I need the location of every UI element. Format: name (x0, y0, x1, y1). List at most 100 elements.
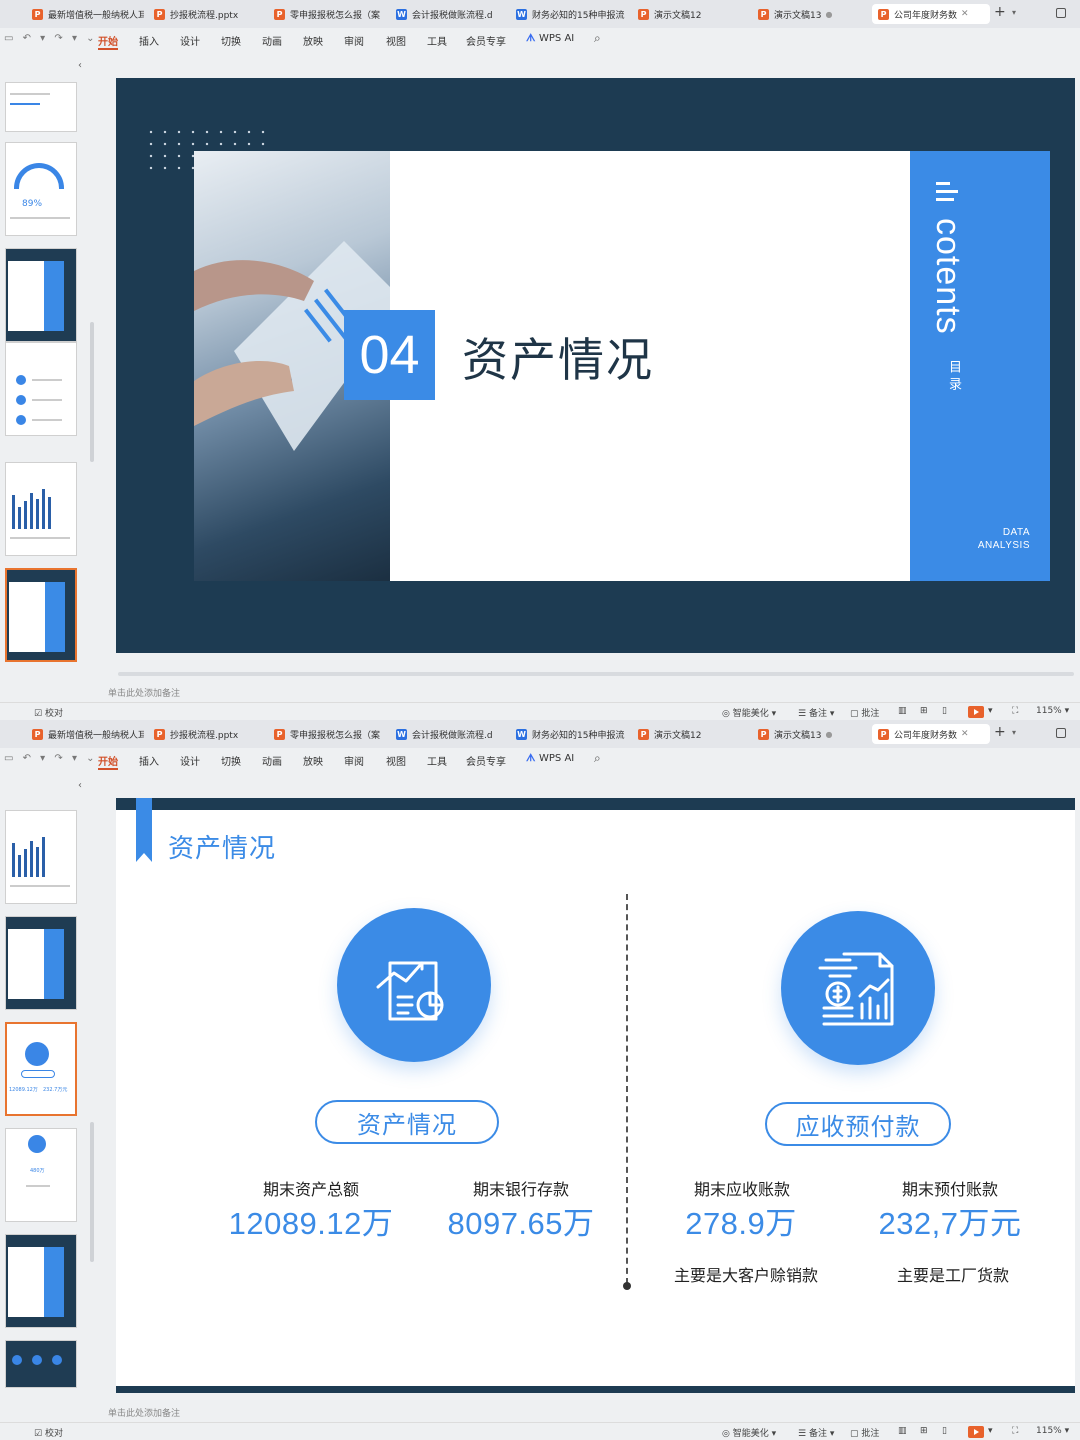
menu-home[interactable]: 开始 (98, 33, 118, 48)
menu-tools[interactable]: 工具 (427, 753, 447, 768)
notes-button[interactable]: ☰ 备注 ▾ (798, 706, 834, 719)
smart-beautify-button[interactable]: ◎ 智能美化 ▾ (722, 1426, 776, 1439)
zoom-level[interactable]: 115% ▾ (1036, 1426, 1069, 1436)
menu-slideshow[interactable]: 放映 (303, 753, 323, 768)
menu-design[interactable]: 设计 (180, 33, 200, 48)
normal-view-icon[interactable]: ▥ (898, 1426, 907, 1436)
tab-2[interactable]: P 抄报税流程.pptx (148, 724, 266, 744)
horizontal-scrollbar[interactable] (118, 1404, 1074, 1408)
new-tab-icon[interactable]: + (994, 724, 1006, 740)
close-icon[interactable]: ✕ (961, 729, 969, 739)
tab-5[interactable]: W 财务必知的15种申报流 (510, 4, 628, 24)
slide-thumbnail[interactable] (5, 82, 77, 132)
section-title[interactable]: 资产情况 (462, 324, 654, 390)
note-prepayments: 主要是工厂货款 (896, 1266, 1009, 1285)
menu-transition[interactable]: 切换 (221, 33, 241, 48)
chevron-down-icon[interactable]: ▾ (988, 1426, 993, 1436)
slide-thumbnail[interactable]: 480万 (5, 1128, 77, 1222)
menu-insert[interactable]: 插入 (139, 33, 159, 48)
fit-window-icon[interactable]: ⛶ (1012, 1426, 1018, 1436)
slide-title[interactable]: 资产情况 (168, 828, 276, 865)
quick-access-icons[interactable]: ▭ ↶ ▾ ↷ ▾ ⌄ (4, 33, 98, 44)
tab-5[interactable]: W 财务必知的15种申报流 (510, 724, 628, 744)
horizontal-scrollbar[interactable] (118, 672, 1074, 676)
tab-7[interactable]: P 演示文稿13 ● (752, 4, 870, 24)
menu-wps-ai[interactable]: WPS AI (539, 33, 574, 44)
notes-button[interactable]: ☰ 备注 ▾ (798, 1426, 834, 1439)
menu-tools[interactable]: 工具 (427, 33, 447, 48)
asset-status-pill[interactable]: 资产情况 (315, 1100, 499, 1144)
proofread-button[interactable]: ☑ 校对 (34, 1426, 63, 1439)
menu-home[interactable]: 开始 (98, 753, 118, 768)
grid-view-icon[interactable]: ⊞ (920, 1426, 928, 1436)
grid-view-icon[interactable]: ⊞ (920, 706, 928, 716)
receivable-prepaid-pill[interactable]: 应收预付款 (765, 1102, 951, 1146)
slide-thumbnail[interactable] (5, 810, 77, 904)
tab-8-active[interactable]: P 公司年度财务数 ✕ (872, 724, 990, 744)
slide-thumbnail[interactable] (5, 916, 77, 1010)
tab-8-active[interactable]: P 公司年度财务数 ✕ (872, 4, 990, 24)
menu-design[interactable]: 设计 (180, 753, 200, 768)
tab-3[interactable]: P 零申报报税怎么报（案 (268, 724, 386, 744)
slide-thumbnail[interactable] (5, 248, 77, 342)
search-icon[interactable]: ⌕ (594, 751, 601, 766)
reading-view-icon[interactable]: ▯ (942, 1426, 947, 1436)
slide-thumbnail-selected[interactable] (5, 568, 77, 662)
proofread-button[interactable]: ☑ 校对 (34, 706, 63, 719)
close-icon[interactable]: ✕ (961, 9, 969, 19)
slide-thumbnail-selected[interactable]: 12089.12万 232.7万元 (5, 1022, 77, 1116)
menu-insert[interactable]: 插入 (139, 753, 159, 768)
reading-view-icon[interactable]: ▯ (942, 706, 947, 716)
menu-animation[interactable]: 动画 (262, 33, 282, 48)
menu-animation[interactable]: 动画 (262, 753, 282, 768)
notes-placeholder[interactable]: 单击此处添加备注 (108, 686, 180, 699)
menu-wps-ai[interactable]: WPS AI (539, 753, 574, 764)
search-icon[interactable]: ⌕ (594, 31, 601, 46)
window-restore-icon[interactable] (1056, 8, 1066, 18)
tab-7[interactable]: P 演示文稿13 ● (752, 724, 870, 744)
slide-asset-status[interactable]: 资产情况 资产情况 期末资产总额 12089.12万 期末银行存款 8097.6… (116, 798, 1075, 1393)
play-slideshow-icon[interactable] (968, 1426, 984, 1438)
smart-beautify-button[interactable]: ◎ 智能美化 ▾ (722, 706, 776, 719)
quick-access-icons[interactable]: ▭ ↶ ▾ ↷ ▾ ⌄ (4, 753, 98, 764)
chevron-left-icon[interactable]: ‹ (78, 780, 82, 791)
comment-button[interactable]: ▢ 批注 (850, 1426, 879, 1439)
tab-4[interactable]: W 会计报税做账流程.d (390, 724, 508, 744)
thumbnail-scrollbar[interactable] (90, 322, 94, 462)
tab-1[interactable]: P 最新增值税一般纳税人耳 (26, 4, 144, 24)
slide-thumbnail[interactable] (5, 462, 77, 556)
slide-thumbnail[interactable] (5, 1234, 77, 1328)
tab-2[interactable]: P 抄报税流程.pptx (148, 4, 266, 24)
tab-6[interactable]: P 演示文稿12 (632, 724, 750, 744)
menu-member[interactable]: 会员专享 (466, 33, 506, 48)
slide-thumbnail[interactable]: 89% (5, 142, 77, 236)
menu-review[interactable]: 审阅 (344, 33, 364, 48)
menu-view[interactable]: 视图 (386, 753, 406, 768)
chevron-left-icon[interactable]: ‹ (78, 60, 82, 71)
slide-thumbnail[interactable] (5, 1340, 77, 1388)
chevron-down-icon[interactable]: ▾ (1012, 8, 1016, 17)
tab-3[interactable]: P 零申报报税怎么报（案 (268, 4, 386, 24)
notes-placeholder[interactable]: 单击此处添加备注 (108, 1406, 180, 1419)
fit-window-icon[interactable]: ⛶ (1012, 706, 1018, 716)
zoom-level[interactable]: 115% ▾ (1036, 706, 1069, 716)
normal-view-icon[interactable]: ▥ (898, 706, 907, 716)
play-slideshow-icon[interactable] (968, 706, 984, 718)
new-tab-icon[interactable]: + (994, 4, 1006, 20)
slide-thumbnail[interactable] (5, 342, 77, 436)
menu-view[interactable]: 视图 (386, 33, 406, 48)
comment-button[interactable]: ▢ 批注 (850, 706, 879, 719)
menu-review[interactable]: 审阅 (344, 753, 364, 768)
slide-section-cover[interactable]: 04 资产情况 cotents 目录 DATA ANALYSIS (116, 78, 1075, 653)
menu-transition[interactable]: 切换 (221, 753, 241, 768)
thumbnail-scrollbar[interactable] (90, 1122, 94, 1262)
chevron-down-icon[interactable]: ▾ (988, 706, 993, 716)
menu-member[interactable]: 会员专享 (466, 753, 506, 768)
tab-6[interactable]: P 演示文稿12 (632, 4, 750, 24)
chevron-down-icon[interactable]: ▾ (1012, 728, 1016, 737)
title-bookmark-flag (136, 798, 152, 862)
window-restore-icon[interactable] (1056, 728, 1066, 738)
tab-4[interactable]: W 会计报税做账流程.d (390, 4, 508, 24)
menu-slideshow[interactable]: 放映 (303, 33, 323, 48)
tab-1[interactable]: P 最新增值税一般纳税人耳 (26, 724, 144, 744)
